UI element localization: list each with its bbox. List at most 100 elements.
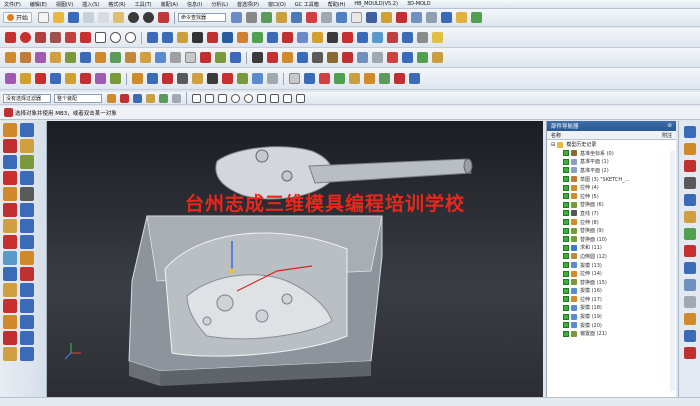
tree-node[interactable]: 替换面 (6) (547, 201, 676, 210)
system-scenes-icon[interactable] (683, 279, 696, 291)
pin-icon[interactable]: ⊘ (667, 123, 672, 129)
check-icon[interactable] (563, 330, 569, 337)
family-mold-icon[interactable] (3, 171, 17, 185)
simulate-icon[interactable] (394, 73, 405, 84)
check-icon[interactable] (563, 270, 569, 277)
delete-icon[interactable] (158, 12, 170, 23)
point-on-face-icon[interactable] (296, 93, 305, 103)
menu-item[interactable]: 分析(L) (211, 1, 228, 8)
measure-icon[interactable] (276, 12, 288, 23)
bridge-curve-icon[interactable] (177, 32, 188, 43)
intersect-icon[interactable] (282, 32, 293, 43)
hole-chart-icon[interactable] (20, 299, 34, 313)
tree-node[interactable]: 偏置面 (21) (547, 329, 676, 338)
polyline-icon[interactable] (65, 32, 76, 43)
gate-icon[interactable] (192, 73, 203, 84)
shell-icon[interactable] (170, 52, 181, 63)
view-icon[interactable] (336, 12, 348, 23)
menu-item[interactable]: 首选项(P) (237, 1, 259, 8)
post-icon[interactable] (409, 73, 420, 84)
gear-icon[interactable] (246, 12, 258, 23)
column-name[interactable]: 名称 (551, 132, 561, 139)
check-icon[interactable] (563, 236, 569, 243)
cam-navigator-icon[interactable] (683, 330, 696, 342)
sub-insert-icon[interactable] (20, 219, 34, 233)
runner-icon[interactable] (177, 73, 188, 84)
lifter-icon[interactable] (237, 73, 248, 84)
offset-curve-icon[interactable] (147, 32, 158, 43)
point-icon[interactable] (80, 32, 91, 43)
gate-lib-icon[interactable] (3, 235, 17, 249)
check-region-icon[interactable] (3, 347, 17, 361)
tree-node[interactable]: 拔模 (19) (547, 312, 676, 321)
navigator-scrollbar[interactable] (670, 151, 675, 391)
hole-icon[interactable] (50, 52, 61, 63)
combine-icon[interactable] (357, 32, 368, 43)
boss-icon[interactable] (65, 52, 76, 63)
column-attach[interactable]: 附注 (662, 132, 672, 139)
trim-body-icon[interactable] (200, 52, 211, 63)
save-icon[interactable] (68, 12, 80, 23)
mold-base-lib-icon[interactable] (20, 187, 34, 201)
check-icon[interactable] (563, 313, 569, 320)
selection-filter-dropdown[interactable]: 没有选择过滤器 (3, 93, 51, 103)
parting-tools-icon[interactable] (3, 187, 17, 201)
scale-icon[interactable] (387, 52, 398, 63)
check-icon[interactable] (563, 253, 569, 260)
tree-node[interactable]: 拉伸 (4) (547, 183, 676, 192)
redo-icon[interactable] (143, 12, 155, 23)
trim-mold-icon[interactable] (3, 267, 17, 281)
check-icon[interactable] (563, 244, 569, 251)
check-icon[interactable] (563, 262, 569, 269)
swept-icon[interactable] (35, 73, 46, 84)
menu-item[interactable]: 插入(S) (82, 1, 99, 8)
history-icon[interactable] (683, 211, 696, 223)
center-icon[interactable] (231, 93, 240, 103)
tree-node[interactable]: 拔模 (16) (547, 287, 676, 296)
tree-node[interactable]: 求和 (11) (547, 244, 676, 253)
collapse-icon[interactable]: ⊟ (551, 142, 555, 148)
law-extension-icon[interactable] (110, 73, 121, 84)
fit-icon[interactable] (441, 12, 453, 23)
split-icon[interactable] (267, 32, 278, 43)
selection-scope-dropdown[interactable]: 整个装配 (54, 93, 102, 103)
paste-icon[interactable] (113, 12, 125, 23)
blank-icon[interactable] (351, 12, 363, 23)
offset-face-icon[interactable] (230, 52, 241, 63)
drawing-icon[interactable] (349, 73, 360, 84)
extend-icon[interactable] (222, 32, 233, 43)
slider-icon[interactable] (222, 73, 233, 84)
window-icon[interactable] (231, 12, 243, 23)
join-icon[interactable] (252, 32, 263, 43)
tree-node[interactable]: 拔模 (18) (547, 304, 676, 313)
electrode-lib-icon[interactable] (20, 251, 34, 265)
check-icon[interactable] (563, 210, 569, 217)
open-folder-icon[interactable] (53, 12, 65, 23)
table-icon[interactable] (417, 32, 428, 43)
pocket-icon[interactable] (80, 52, 91, 63)
menu-item[interactable]: 3D-MOLD (407, 1, 431, 7)
revolve-icon[interactable] (20, 52, 31, 63)
snap-icon[interactable] (120, 93, 129, 103)
pad-icon[interactable] (95, 52, 106, 63)
tree-node[interactable]: 替换面 (9) (547, 226, 676, 235)
workpiece-icon[interactable] (3, 155, 17, 169)
block-icon[interactable] (185, 52, 196, 63)
check-icon[interactable] (563, 304, 569, 311)
menu-item[interactable]: 编辑(E) (30, 1, 47, 8)
surface-icon[interactable] (5, 73, 16, 84)
tree-node[interactable]: 草图 (3) "SKETCH_... (547, 175, 676, 184)
menu-item[interactable]: GC 工具箱 (295, 1, 319, 8)
point-on-curve-icon[interactable] (283, 93, 292, 103)
extrude-icon[interactable] (5, 52, 16, 63)
chamfer-icon[interactable] (140, 52, 151, 63)
check-icon[interactable] (563, 227, 569, 234)
start-button[interactable]: 开始 (3, 12, 33, 23)
pattern-icon[interactable] (282, 52, 293, 63)
graphics-viewport[interactable]: 台州志成三维模具编程培训学校 (47, 121, 543, 397)
wrap-icon[interactable] (342, 32, 353, 43)
ruled-icon[interactable] (80, 73, 91, 84)
menu-item[interactable]: 工具(T) (135, 1, 152, 8)
patch-icon[interactable] (372, 52, 383, 63)
control-point-icon[interactable] (218, 93, 227, 103)
